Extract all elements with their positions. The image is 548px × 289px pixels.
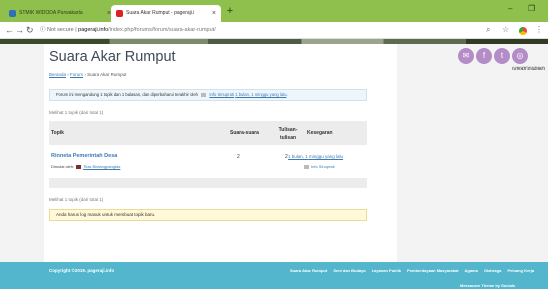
login-required-notice: Anda harus log masuk untuk membuat topik… <box>49 209 367 221</box>
forum-info-notice: Forum ini mengandung 1 topik dan 1 balas… <box>49 89 367 101</box>
topic-title-link[interactable]: Rinneta Pemerintah Desa <box>51 153 117 159</box>
site-favicon-icon <box>116 10 123 17</box>
facebook-icon[interactable]: f <box>476 48 492 64</box>
url-path: /index.php/forums/forum/suara-akar-rumpu… <box>108 27 216 33</box>
col-freshness: Kesegaran <box>307 130 333 136</box>
footer-link[interactable]: Suara Akar Rumput <box>290 268 327 273</box>
col-voices: Suara-suara <box>230 130 259 136</box>
col-topic: Topik <box>51 130 64 136</box>
pagination-count-bottom: Melihat 1 topik (dari total 1) <box>49 197 104 202</box>
voice-count: 2 <box>237 154 240 160</box>
freshness-author-link[interactable]: Info Sinuprati <box>311 164 335 169</box>
mail-icon[interactable]: ✉ <box>458 48 474 64</box>
avatar <box>201 92 207 97</box>
menu-icon[interactable]: ⋮ <box>535 24 543 36</box>
breadcrumb-current: Suara Akar Rumput <box>87 72 127 77</box>
info-icon: ⓘ <box>40 27 46 33</box>
javanese-tagline: ꦲꦏꦫꦕꦏ <box>512 66 545 72</box>
url-domain: pageraji.info <box>78 27 109 33</box>
site-footer: Copyright ©2019. pageraji.info Suara Aka… <box>0 262 548 289</box>
tab-close-icon[interactable]: × <box>212 5 216 22</box>
browser-tab-strip: STMIK WIDODA Purwakarta × Suara Akar Rum… <box>0 0 548 22</box>
copyright-text: Copyright ©2019. pageraji.info <box>49 268 115 273</box>
new-tab-icon[interactable]: + <box>224 5 236 17</box>
tab-label: Suara Akar Rumput - pageraji.i <box>126 10 195 16</box>
topic-started-by: Dimulai oleh: Tilas Bintangpangtas <box>51 164 121 169</box>
pagination-count-top: Melihat 1 topik (dari total 1) <box>49 110 104 115</box>
page-title: Suara Akar Rumput <box>49 49 176 65</box>
browser-tab-active[interactable]: Suara Akar Rumput - pageraji.i × <box>111 5 221 22</box>
footer-link[interactable]: Olahraga <box>484 268 501 273</box>
footer-link[interactable]: Layanan Publik <box>372 268 401 273</box>
security-label: Not secure <box>47 27 74 33</box>
zoom-icon[interactable]: ⌕ <box>486 24 490 36</box>
forward-icon[interactable]: → <box>15 24 24 36</box>
breadcrumb: Beranda › Forum › Suara Akar Rumput <box>49 72 127 77</box>
extension-icon[interactable] <box>519 27 527 35</box>
back-icon[interactable]: ← <box>5 24 14 36</box>
twitter-icon[interactable]: t <box>494 48 510 64</box>
tab-label: STMIK WIDODA Purwakarta <box>19 10 83 16</box>
site-favicon-icon <box>9 10 16 17</box>
restore-icon[interactable]: ❐ <box>528 4 535 13</box>
breadcrumb-forum-link[interactable]: Forum <box>70 72 83 77</box>
minimize-icon[interactable]: – <box>508 4 512 13</box>
reload-icon[interactable]: ↻ <box>26 24 34 36</box>
table-footer <box>49 178 367 188</box>
footer-link[interactable]: Pemberdayaan Masyarakat <box>407 268 458 273</box>
topic-author-link[interactable]: Tilas Bintangpangtas <box>83 164 120 169</box>
browser-toolbar: ← → ↻ ⓘ Not secure | pageraji.info/index… <box>0 22 548 39</box>
col-posts: Tulisan-tulisan <box>278 127 298 141</box>
freshness-link[interactable]: 1 bulan, 1 minggu yang lalu <box>288 154 343 159</box>
footer-link[interactable]: Peluang Kerja <box>507 268 534 273</box>
footer-link[interactable]: Agama <box>465 268 478 273</box>
address-bar[interactable]: ⓘ Not secure | pageraji.info/index.php/f… <box>40 24 510 37</box>
table-row: Rinneta Pemerintah Desa Dimulai oleh: Til… <box>49 149 367 171</box>
freshness-author: Info Sinuprati <box>304 164 335 169</box>
topic-table-header: Topik Suara-suara Tulisan-tulisan Kesega… <box>49 121 367 145</box>
browser-tab[interactable]: STMIK WIDODA Purwakarta × <box>4 5 116 22</box>
footer-nav: Suara Akar Rumput Seni dan Budaya Layana… <box>290 268 548 274</box>
bookmark-star-icon[interactable]: ☆ <box>502 24 509 36</box>
avatar <box>304 164 309 169</box>
theme-credit: Meezacare Theme by Socials <box>460 283 516 288</box>
breadcrumb-home-link[interactable]: Beranda <box>49 72 66 77</box>
last-activity-link[interactable]: 1 bulan, 1 minggu yang lalu <box>235 92 286 97</box>
footer-link[interactable]: Seni dan Budaya <box>333 268 365 273</box>
instagram-icon[interactable]: ◎ <box>512 48 528 64</box>
avatar <box>76 164 82 169</box>
last-poster-link[interactable]: Info Sinuprati <box>209 92 234 97</box>
